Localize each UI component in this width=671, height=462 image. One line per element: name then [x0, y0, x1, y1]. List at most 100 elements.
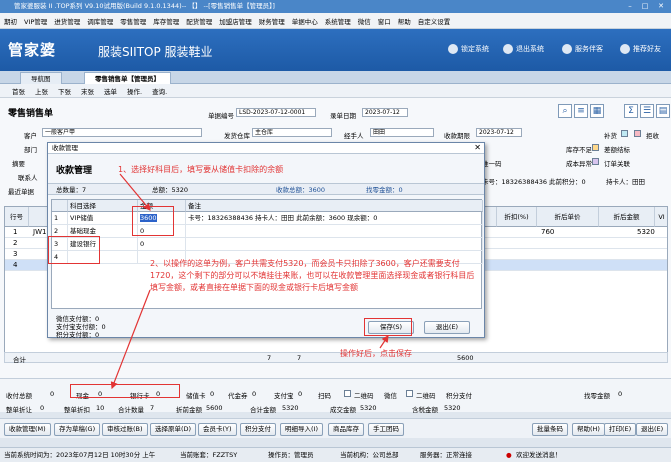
card-holder: 持卡人：田田: [606, 178, 645, 186]
store-field[interactable]: 主仓库: [252, 128, 332, 137]
menu-item[interactable]: 期初: [4, 16, 17, 26]
record-date-field[interactable]: 2023-07-12: [362, 108, 408, 117]
highlight-subject-box: [48, 236, 100, 264]
handler-label: 经手人: [344, 132, 364, 140]
app-banner: 管家婆 服装SIITOP 服装鞋业 锁定系统 退出系统 服务伴客 推荐好友: [0, 29, 671, 71]
menu-item[interactable]: VIP管理: [24, 16, 47, 26]
cost-swatch: [592, 158, 599, 165]
last-record-button[interactable]: 末张: [81, 86, 94, 96]
subject-cell[interactable]: VIP储值: [68, 212, 138, 225]
maximize-icon[interactable]: □: [638, 1, 652, 12]
tab-retail-sale[interactable]: 零售销售单【管理员】: [84, 72, 171, 84]
exit-system-button[interactable]: 退出系统: [503, 44, 544, 54]
qr-checkbox[interactable]: [344, 390, 351, 397]
tab-navigation[interactable]: 导航图: [20, 72, 62, 84]
menu-item[interactable]: 调库管理: [87, 16, 113, 26]
recent-label: 最近单据: [8, 188, 34, 196]
stock-short-swatch: [592, 144, 599, 151]
service-button[interactable]: 服务伴客: [562, 44, 603, 54]
recommend-button[interactable]: 推荐好友: [620, 44, 661, 54]
close-icon[interactable]: ✕: [654, 1, 668, 12]
record-date-label: 录单日期: [330, 112, 356, 120]
page-title: 零售销售单: [8, 109, 54, 119]
menu-item[interactable]: 帮助: [398, 16, 411, 26]
power-icon: [503, 44, 513, 54]
menu-item[interactable]: 窗口: [378, 16, 391, 26]
menu-item[interactable]: 零售管理: [120, 16, 146, 26]
memo-cell[interactable]: [186, 225, 483, 238]
dialog-exit-button[interactable]: 退出(E): [424, 321, 470, 334]
help-button[interactable]: 帮助(H): [572, 423, 605, 436]
dialog-titlebar: 收款管理 ✕: [48, 143, 484, 154]
audit-post-button[interactable]: 审核过账(B): [102, 423, 148, 436]
save-draft-button[interactable]: 存为草稿(G): [54, 423, 101, 436]
qr2-checkbox[interactable]: [406, 390, 413, 397]
operate-menu-button[interactable]: 操作.: [127, 86, 142, 96]
list-icon[interactable]: ≡: [574, 104, 588, 118]
bill-no-label: 单据编号: [208, 112, 234, 120]
window-title: 管家婆服装 II .TOP系列 V9.10试用版(Build 9.1.0.134…: [14, 2, 275, 10]
memo-cell[interactable]: [186, 238, 483, 251]
manual-code-button[interactable]: 手工团码: [368, 423, 404, 436]
receive-date-field[interactable]: 2023-07-12: [476, 128, 522, 137]
memo-cell[interactable]: 卡号：18326388436 持卡人：田田 此前余额：3600 现余额：0: [186, 212, 483, 225]
card-info: 卡号：18326388436 此前积分：0: [482, 178, 586, 186]
menu-item[interactable]: 微信: [358, 16, 371, 26]
receipt-manage-button[interactable]: 收款管理(M): [4, 423, 51, 436]
select-bill-button[interactable]: 选单: [104, 86, 117, 96]
product-stock-button[interactable]: 商品库存: [328, 423, 364, 436]
member-card-button[interactable]: 会员卡(Y): [198, 423, 237, 436]
next-record-button[interactable]: 下张: [58, 86, 71, 96]
points-pay-button[interactable]: 积分支付: [240, 423, 276, 436]
grid-sum-row: 合计 7 7 5600: [4, 352, 668, 364]
menu-item[interactable]: 配货管理: [186, 16, 212, 26]
lock-system-button[interactable]: 锁定系统: [448, 44, 489, 54]
annotation-step2: 2、以操作的这单为例，客户共需支付5320，而会员卡只扣除了3600，客户还需要…: [150, 259, 475, 292]
menu-item[interactable]: 加盟店管理: [219, 16, 252, 26]
price-warn-label: 差额结标: [604, 146, 630, 154]
menu-item[interactable]: 财务管理: [259, 16, 285, 26]
menu-item[interactable]: 进货管理: [54, 16, 80, 26]
customer-field[interactable]: 一般客户甲: [42, 128, 202, 137]
detail-import-button[interactable]: 明细导入(I): [280, 423, 323, 436]
handler-field[interactable]: 田田: [370, 128, 434, 137]
bill-no-field[interactable]: LSD-2023-07-12-0001: [236, 108, 316, 117]
customer-label: 客户: [24, 132, 37, 140]
grid-icon[interactable]: ▦: [590, 104, 604, 118]
batch-barcode-button[interactable]: 批量条码: [532, 423, 568, 436]
window-titlebar: 管家婆服装 II .TOP系列 V9.10试用版(Build 9.1.0.134…: [0, 0, 671, 13]
exit-button[interactable]: 退出(E): [636, 423, 669, 436]
grid-header-rowno: 行号: [5, 207, 29, 227]
grid-header-disc-amount: 折后金额: [599, 207, 655, 227]
close-icon[interactable]: ✕: [474, 143, 481, 153]
menu-item[interactable]: 自定义设置: [418, 16, 451, 26]
select-original-button[interactable]: 选择原单(D): [150, 423, 197, 436]
reject-swatch: [634, 130, 641, 137]
table-icon[interactable]: ☰: [640, 104, 654, 118]
order-rel-label: 订单关联: [604, 160, 630, 168]
print-button[interactable]: 打印(E): [604, 423, 637, 436]
sum-icon[interactable]: Σ: [624, 104, 638, 118]
menu-item[interactable]: 单据中心: [292, 16, 318, 26]
app-product-name: 服装SIITOP 服装鞋业: [98, 45, 213, 59]
layout-icon[interactable]: ▤: [656, 104, 670, 118]
lock-icon: [448, 44, 458, 54]
annotation-step1: 1、选择好科目后，填写要从储值卡扣除的余额: [118, 165, 284, 174]
amount-cell[interactable]: 0: [138, 238, 186, 251]
doc-toolbar: 首张 上张 下张 末张 选单 操作. 查询.: [0, 84, 671, 98]
minimize-icon[interactable]: –: [623, 1, 637, 12]
message-icon: ●: [506, 451, 512, 459]
fill-swatch: [621, 130, 628, 137]
cost-label: 成本异常: [566, 160, 592, 168]
menu-item[interactable]: 库存管理: [153, 16, 179, 26]
summary-label: 摘要: [12, 160, 25, 168]
highlight-save-box: [364, 318, 412, 336]
store-label: 发货仓库: [224, 132, 250, 140]
prev-record-button[interactable]: 上张: [35, 86, 48, 96]
query-menu-button[interactable]: 查询.: [152, 86, 167, 96]
contact-label: 联系人: [18, 174, 38, 182]
search-icon[interactable]: ⌕: [558, 104, 572, 118]
dialog-summary: 总数量：7 总额：5320 收款总额：3600 找零金额：0: [48, 183, 484, 195]
first-record-button[interactable]: 首张: [12, 86, 25, 96]
menu-item[interactable]: 系统管理: [325, 16, 351, 26]
